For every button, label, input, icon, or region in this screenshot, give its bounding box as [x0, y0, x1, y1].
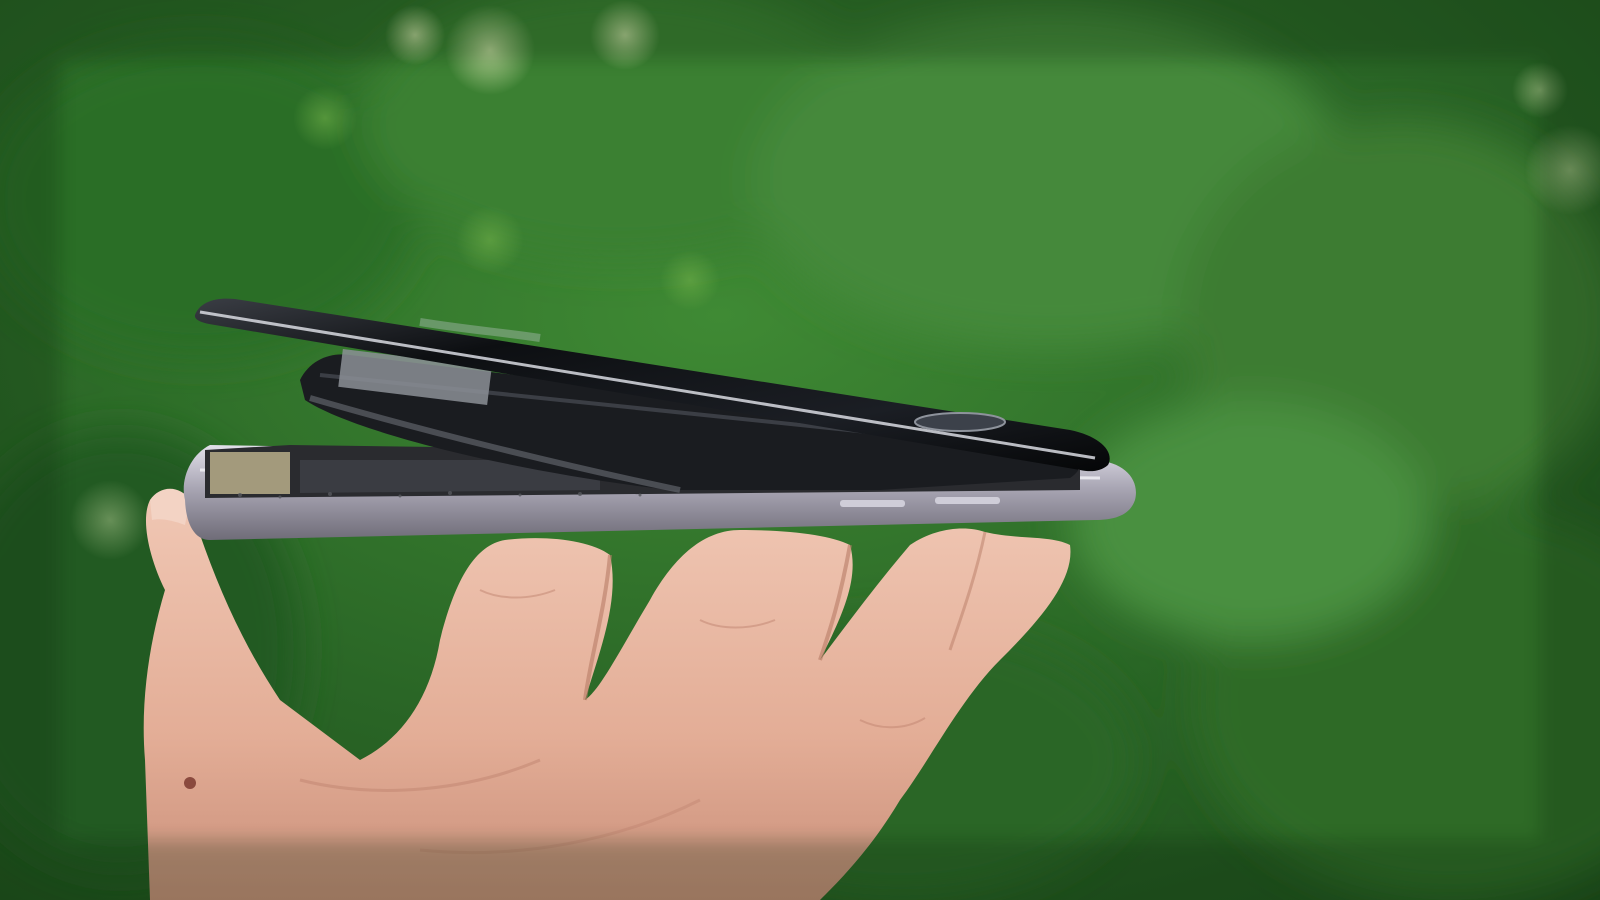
photo-scene — [0, 0, 1600, 900]
skin-mole — [184, 777, 196, 789]
photo-canvas — [0, 0, 1600, 900]
volume-button — [840, 500, 905, 507]
internal-gold-bracket — [210, 452, 290, 494]
camera-module — [914, 412, 1006, 432]
volume-button — [935, 497, 1000, 504]
